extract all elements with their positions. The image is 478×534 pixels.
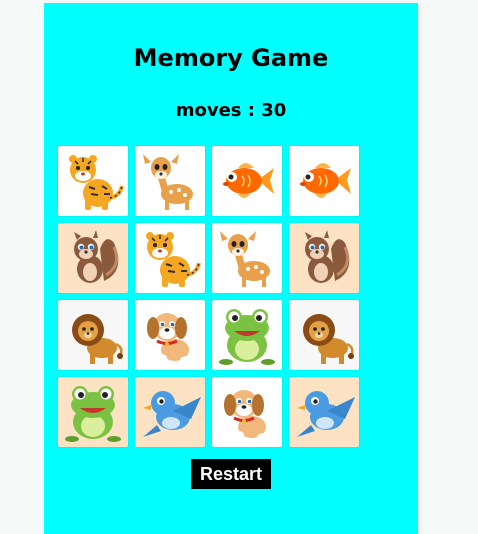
- tiger-icon: [69, 155, 124, 210]
- bird-icon: [143, 391, 201, 437]
- squirrel-icon: [305, 230, 350, 283]
- card-squirrel[interactable]: [58, 223, 128, 293]
- frog-icon: [65, 386, 121, 442]
- game-title: Memory Game: [133, 44, 329, 72]
- card-grid: [58, 146, 359, 447]
- goldfish-icon: [223, 163, 274, 198]
- puppy-icon: [224, 390, 271, 441]
- frog-icon: [219, 309, 275, 365]
- card-tiger[interactable]: [135, 223, 205, 293]
- card-frog[interactable]: [58, 377, 128, 447]
- card-frog[interactable]: [212, 300, 282, 370]
- card-bird[interactable]: [289, 377, 359, 447]
- card-deer[interactable]: [135, 146, 205, 216]
- game-panel: Memory Game moves : 30 Restart: [44, 3, 418, 534]
- lion-icon: [72, 314, 123, 364]
- card-puppy[interactable]: [212, 377, 282, 447]
- card-bird[interactable]: [135, 377, 205, 447]
- goldfish-icon: [300, 163, 351, 198]
- bird-icon: [297, 391, 355, 437]
- puppy-icon: [147, 313, 194, 364]
- card-tiger[interactable]: [58, 146, 128, 216]
- card-goldfish[interactable]: [212, 146, 282, 216]
- squirrel-icon: [74, 230, 119, 283]
- card-squirrel[interactable]: [289, 223, 359, 293]
- lion-icon: [303, 314, 354, 364]
- card-deer[interactable]: [212, 223, 282, 293]
- tiger-icon: [146, 232, 201, 287]
- card-lion[interactable]: [289, 300, 359, 370]
- moves-counter: moves : 30: [175, 100, 287, 121]
- card-lion[interactable]: [58, 300, 128, 370]
- deer-icon: [220, 231, 270, 287]
- restart-button[interactable]: Restart: [191, 459, 271, 489]
- deer-icon: [143, 154, 193, 210]
- card-puppy[interactable]: [135, 300, 205, 370]
- card-goldfish[interactable]: [289, 146, 359, 216]
